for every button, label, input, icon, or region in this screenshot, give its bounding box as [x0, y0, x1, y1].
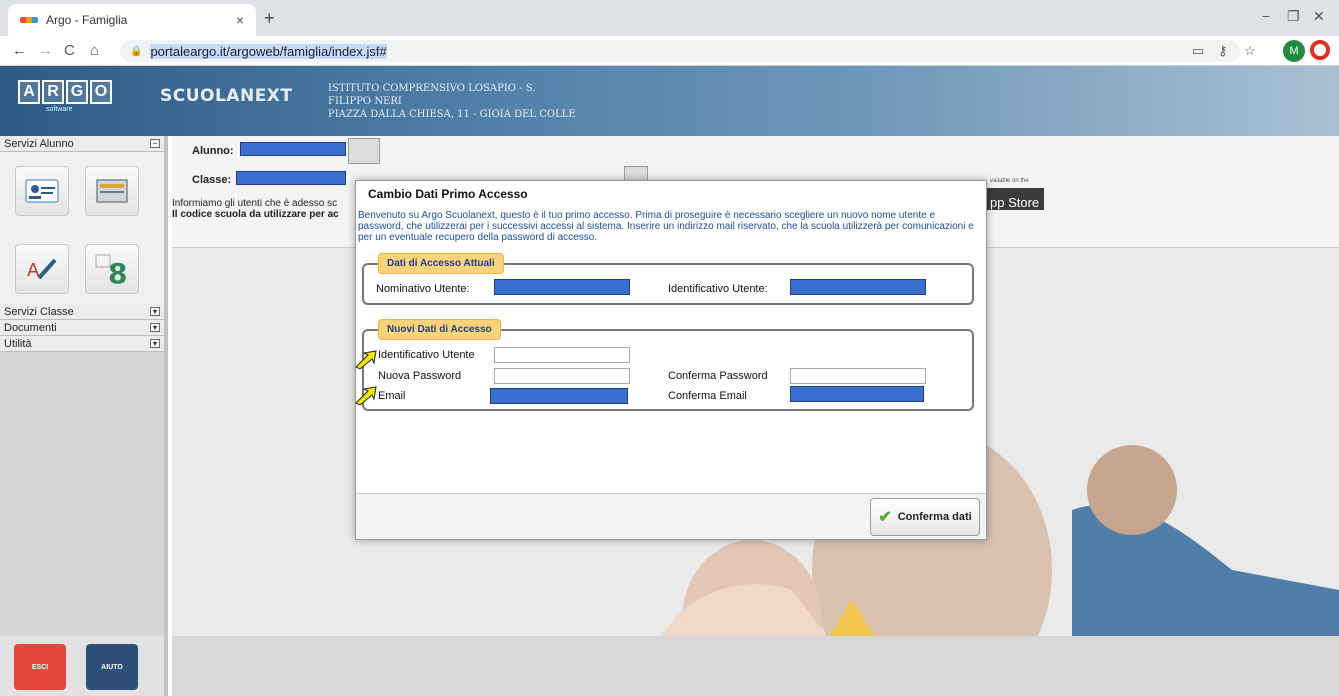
dialog-intro: Benvenuto su Argo Scuolanext, questo è i…	[358, 210, 974, 243]
lock-icon: 🔒	[130, 45, 143, 57]
school-info: ISTITUTO COMPRENSIVO LOSAPIO - S. FILIPP…	[328, 82, 576, 121]
new-id-label: Identificativo Utente	[378, 349, 475, 361]
logo-letter: R	[42, 80, 64, 104]
dialog-title: Cambio Dati Primo Accesso	[368, 187, 528, 201]
info-line-2: Il codice scuola da utilizzare per ac	[172, 209, 339, 220]
edit-grades-icon[interactable]: A	[15, 244, 69, 294]
checkmark-icon: ✔	[878, 509, 892, 526]
sidebar-section-servizi-alunno[interactable]: Servizi Alunno −	[0, 136, 164, 152]
school-line-1: ISTITUTO COMPRENSIVO LOSAPIO - S.	[328, 83, 536, 94]
sidebar-section-documenti[interactable]: Documenti ▾	[0, 320, 164, 336]
annotation-arrow-icon	[355, 386, 377, 405]
product-name: SCUOLANEXT	[160, 86, 293, 106]
info-line-1: Informiamo gli utenti che è adesso sc	[172, 198, 338, 209]
home-button[interactable]: ⌂	[90, 42, 99, 59]
browser-tabbar: Argo - Famiglia × + − ❐ ✕	[0, 0, 1339, 36]
app-store-badge[interactable]: pp Store	[982, 188, 1044, 210]
exit-button[interactable]: ESCI	[14, 644, 66, 690]
current-id-redacted	[790, 279, 926, 295]
collapse-icon[interactable]: −	[150, 139, 160, 148]
confirm-password-input[interactable]	[790, 368, 926, 384]
svg-text:A: A	[27, 260, 40, 281]
email-label: Email	[378, 390, 406, 402]
current-name-label: Nominativo Utente:	[376, 283, 470, 295]
url-input[interactable]: 🔒 portaleargo.it/argoweb/famiglia/index.…	[120, 40, 1240, 62]
new-password-input[interactable]	[494, 368, 630, 384]
current-id-label: Identificativo Utente:	[668, 283, 768, 295]
expand-icon[interactable]: ▾	[150, 339, 160, 348]
opera-icon[interactable]	[1310, 40, 1330, 60]
app-store-text: pp Store	[990, 195, 1040, 210]
logo-letter: A	[18, 80, 40, 104]
close-window-button[interactable]: ✕	[1313, 8, 1325, 25]
first-access-dialog: Cambio Dati Primo Accesso Benvenuto su A…	[355, 180, 987, 540]
sidebar-section-servizi-classe[interactable]: Servizi Classe ▾	[0, 304, 164, 320]
alunno-label: Alunno:	[192, 145, 234, 157]
app-header: A R G O software SCUOLANEXT ISTITUTO COM…	[0, 66, 1339, 136]
tab-title: Argo - Famiglia	[46, 13, 128, 27]
confirm-data-button[interactable]: ✔ Conferma dati	[870, 498, 980, 536]
new-access-fieldset: Nuovi Dati di Accesso Identificativo Ute…	[362, 319, 974, 411]
logo-subtitle: software	[46, 106, 73, 113]
key-icon[interactable]: ⚷	[1218, 43, 1228, 59]
argo-favicon-icon	[20, 17, 38, 23]
annotation-arrow-icon	[355, 350, 377, 369]
classe-redacted-value	[236, 171, 346, 185]
cast-icon[interactable]: ▭	[1192, 43, 1204, 59]
confirm-email-redacted[interactable]	[790, 386, 924, 402]
profile-avatar[interactable]: M	[1283, 40, 1305, 62]
confirm-email-label: Conferma Email	[668, 390, 747, 402]
sidebar-section-utilita[interactable]: Utilità ▾	[0, 336, 164, 352]
url-text: portaleargo.it/argoweb/famiglia/index.js…	[150, 43, 387, 59]
app-store-small-text: vailable on the	[990, 178, 1029, 184]
new-tab-button[interactable]: +	[264, 8, 275, 29]
section-label: Utilità	[4, 337, 32, 350]
school-line-3: PIAZZA DALLA CHIESA, 11 - GIOIA DEL COLL…	[328, 109, 576, 120]
classe-label: Classe:	[192, 174, 232, 186]
confirm-button-label: Conferma dati	[897, 511, 972, 523]
svg-text:8: 8	[108, 257, 127, 285]
section-label: Servizi Classe	[4, 305, 74, 318]
sidebar: Servizi Alunno − A 8 Servizi Classe ▾ Do…	[0, 136, 168, 696]
current-name-redacted	[494, 279, 630, 295]
reload-button[interactable]: C	[64, 42, 75, 59]
section-label: Servizi Alunno	[4, 137, 74, 150]
logo-letter: G	[66, 80, 88, 104]
star-icon[interactable]: ☆	[1244, 43, 1256, 59]
expand-icon[interactable]: ▾	[150, 307, 160, 316]
current-access-legend: Dati di Accesso Attuali	[378, 253, 504, 274]
new-id-input[interactable]	[494, 347, 630, 363]
alunno-photo-box	[348, 138, 380, 164]
tab-close-icon[interactable]: ×	[236, 12, 244, 28]
sidebar-icon-grid: A 8	[0, 152, 164, 304]
email-input-redacted[interactable]	[490, 388, 628, 404]
student-card-icon[interactable]	[15, 166, 69, 216]
sidebar-bottom-bar: ESCI AIUTO	[0, 636, 164, 696]
confirm-password-label: Conferma Password	[668, 370, 768, 382]
new-password-label: Nuova Password	[378, 370, 462, 382]
school-line-2: FILIPPO NERI	[328, 96, 402, 107]
new-access-legend: Nuovi Dati di Accesso	[378, 319, 501, 340]
section-label: Documenti	[4, 321, 57, 334]
background-band	[172, 636, 1339, 696]
minimize-button[interactable]: −	[1262, 8, 1270, 24]
forward-button[interactable]: →	[38, 42, 53, 59]
grade-8-icon[interactable]: 8	[85, 244, 139, 294]
browser-tab[interactable]: Argo - Famiglia ×	[8, 4, 256, 36]
expand-icon[interactable]: ▾	[150, 323, 160, 332]
argo-logo: A R G O	[18, 80, 112, 104]
logo-letter: O	[90, 80, 112, 104]
alunno-redacted-value	[240, 142, 346, 156]
back-button[interactable]: ←	[12, 42, 27, 59]
current-access-fieldset: Dati di Accesso Attuali Nominativo Utent…	[362, 253, 974, 305]
dialog-footer: ✔ Conferma dati	[356, 493, 986, 539]
help-button[interactable]: AIUTO	[86, 644, 138, 690]
address-bar-row: ← → C ⌂ 🔒 portaleargo.it/argoweb/famigli…	[0, 36, 1339, 66]
maximize-button[interactable]: ❐	[1287, 8, 1300, 25]
register-icon[interactable]	[85, 166, 139, 216]
